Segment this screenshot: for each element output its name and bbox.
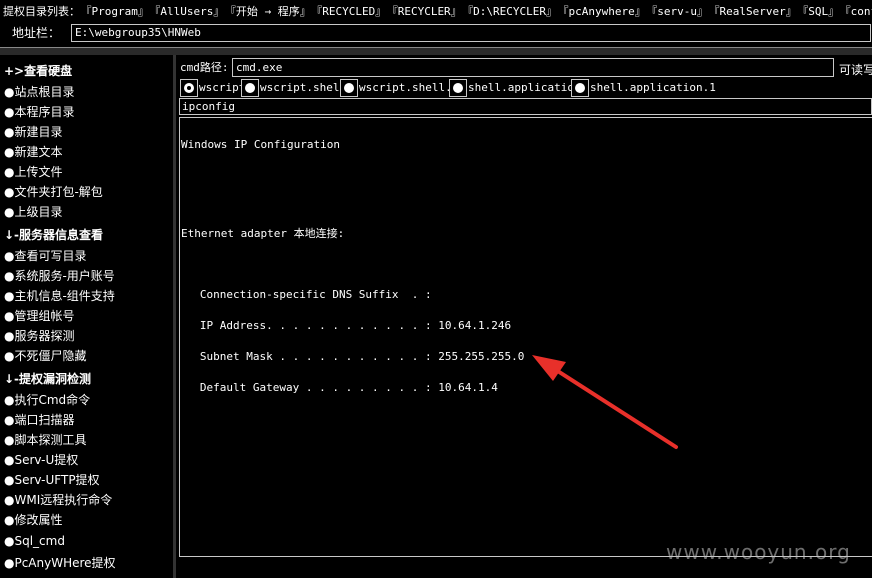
shell-method-group: wscript wscript.shell wscript.shell.1 sh… [178, 78, 872, 98]
cmd-path-input[interactable]: cmd.exe [232, 58, 834, 77]
sidebar-item-host-info[interactable]: ●主机信息-组件支持 [4, 286, 115, 306]
sidebar-item-modify-attrs[interactable]: ●修改属性 [4, 510, 62, 530]
sidebar-item-writable-dirs[interactable]: ●查看可写目录 [4, 246, 86, 266]
output-line: Ethernet adapter 本地连接: [181, 227, 345, 240]
sidebar-item-pcanywhere-privesc[interactable]: ●PcAnyWHere提权 [4, 553, 116, 573]
dir-link-serv-u[interactable]: 『serv-u』 [652, 5, 708, 18]
radio-label-wscript: wscript [199, 81, 246, 94]
sidebar-item-zombie-hide[interactable]: ●不死僵尸隐藏 [4, 346, 86, 366]
address-label: 地址栏： [12, 26, 61, 40]
address-input[interactable]: E:\webgroup35\HNWeb [71, 24, 871, 42]
dir-link-pcanywhere[interactable]: 『pcAnywhere』 [563, 5, 646, 18]
dir-link-recycled[interactable]: 『RECYCLED』 [317, 5, 386, 18]
radio-unchecked-icon [344, 83, 354, 93]
sidebar-item-admin-accounts[interactable]: ●管理组帐号 [4, 306, 74, 326]
radio-shell-application[interactable] [449, 79, 467, 97]
radio-unchecked-icon [245, 83, 255, 93]
dir-link-sql[interactable]: 『SQL』 [803, 5, 839, 18]
dir-link-realserver[interactable]: 『RealServer』 [714, 5, 797, 18]
sidebar-item-services-accounts[interactable]: ●系统服务-用户账号 [4, 266, 115, 286]
sidebar: +>查看硬盘 ●站点根目录 ●本程序目录 ●新建目录 ●新建文本 ●上传文件 ●… [0, 55, 176, 578]
dir-link-program[interactable]: 『Program』 [86, 5, 149, 18]
radio-wscript-shell-1[interactable] [340, 79, 358, 97]
sidebar-item-pack-unpack[interactable]: ●文件夹打包-解包 [4, 182, 103, 202]
dir-link-allusers[interactable]: 『AllUsers』 [155, 5, 224, 18]
privilege-dir-bar: 提权目录列表： 『Program』 『AllUsers』 『开始 → 程序』 『RECY… [0, 0, 872, 24]
dir-link-config[interactable]: 『config [845, 5, 872, 18]
sidebar-item-site-root[interactable]: ●站点根目录 [4, 82, 74, 102]
dir-link-start-programs[interactable]: 『开始 → 程序』 [230, 5, 310, 18]
radio-wscript[interactable] [180, 79, 198, 97]
sidebar-item-servu-ftp-privesc[interactable]: ●Serv-UFTP提权 [4, 470, 100, 490]
sidebar-item-server-probe[interactable]: ●服务器探测 [4, 326, 74, 346]
output-line: Subnet Mask . . . . . . . . . . . : 255.… [180, 350, 525, 363]
watermark: www.wooyun.org [666, 540, 851, 564]
sidebar-item-new-dir[interactable]: ●新建目录 [4, 122, 62, 142]
cmd-path-label: cmd路径: [180, 61, 229, 74]
address-bar: 地址栏： E:\webgroup35\HNWeb [0, 22, 872, 44]
sidebar-item-upload[interactable]: ●上传文件 [4, 162, 62, 182]
radio-label-wscript-shell: wscript.shell [260, 81, 347, 94]
radio-label-wscript-shell-1: wscript.shell.1 [359, 81, 459, 94]
dir-link-d-recycler[interactable]: 『D:\RECYCLER』 [468, 5, 557, 18]
readable-writable-label: 可读写 [839, 63, 872, 77]
header-divider [0, 47, 872, 55]
sidebar-item-port-scanner[interactable]: ●端口扫描器 [4, 410, 74, 430]
output-line: Default Gateway . . . . . . . . . : 10.6… [180, 381, 498, 394]
output-line: Connection-specific DNS Suffix . : [180, 288, 432, 301]
radio-unchecked-icon [575, 83, 585, 93]
radio-checked-icon [184, 83, 194, 93]
output-line: IP Address. . . . . . . . . . . . : 10.6… [180, 319, 512, 332]
sidebar-item-sql-cmd[interactable]: ●Sql_cmd [4, 531, 65, 551]
sidebar-item-exec-cmd[interactable]: ●执行Cmd命令 [4, 390, 90, 410]
sidebar-section-privesc[interactable]: ↓-提权漏洞检测 [4, 369, 91, 389]
radio-shell-application-1[interactable] [571, 79, 589, 97]
sidebar-item-wmi-exec[interactable]: ●WMI远程执行命令 [4, 490, 112, 510]
radio-label-shell-application-1: shell.application.1 [590, 81, 716, 94]
sidebar-item-script-probe[interactable]: ●脚本探测工具 [4, 430, 86, 450]
cmd-output[interactable]: Windows IP Configuration Ethernet adapte… [179, 117, 872, 557]
sidebar-item-program-dir[interactable]: ●本程序目录 [4, 102, 74, 122]
sidebar-section-server-info[interactable]: ↓-服务器信息查看 [4, 225, 103, 245]
dir-link-recycler[interactable]: 『RECYCLER』 [392, 5, 461, 18]
radio-label-shell-application: shell.application [468, 81, 581, 94]
output-line: Windows IP Configuration [181, 138, 340, 151]
command-input[interactable]: ipconfig [179, 98, 872, 115]
sidebar-item-parent-dir[interactable]: ●上级目录 [4, 202, 62, 222]
cmd-panel: cmd路径: cmd.exe 可读写 wscript wscript.shell… [176, 55, 872, 578]
radio-unchecked-icon [453, 83, 463, 93]
sidebar-item-new-text[interactable]: ●新建文本 [4, 142, 62, 162]
privilege-dir-label: 提权目录列表： [3, 5, 80, 18]
sidebar-item-servu-privesc[interactable]: ●Serv-U提权 [4, 450, 78, 470]
radio-wscript-shell[interactable] [241, 79, 259, 97]
sidebar-section-disk[interactable]: +>查看硬盘 [4, 61, 72, 81]
